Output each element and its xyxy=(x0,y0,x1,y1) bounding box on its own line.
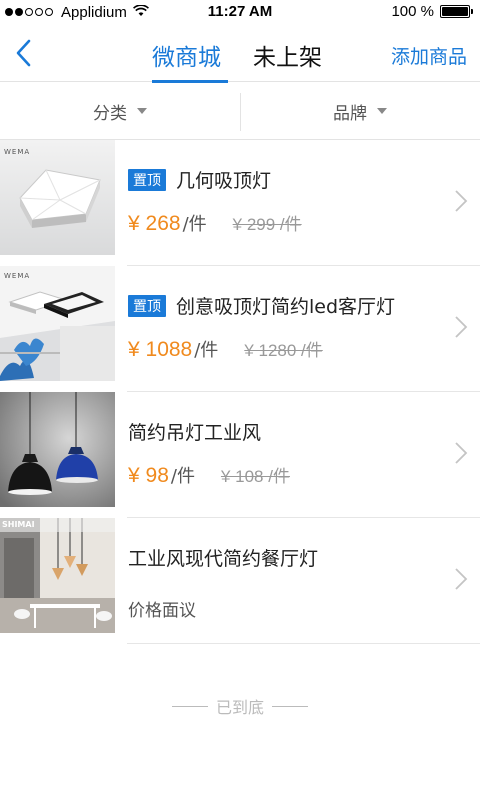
back-button[interactable] xyxy=(8,36,38,70)
divider xyxy=(272,705,308,707)
category-filter-label: 分类 xyxy=(93,103,127,124)
original-price: ¥ 299 /件 xyxy=(232,215,302,234)
product-price: ¥ 98 xyxy=(128,464,169,487)
product-title: 工业风现代简约餐厅灯 xyxy=(128,544,318,571)
price-unit: /件 xyxy=(182,214,207,235)
tab-micro-shop[interactable]: 微商城 xyxy=(152,38,221,72)
product-title-text: 简约吊灯工业风 xyxy=(128,422,262,444)
chevron-right-icon xyxy=(455,190,468,212)
product-price: ¥ 268 xyxy=(128,212,181,235)
original-price: ¥ 108 /件 xyxy=(220,467,290,486)
nav-bar: 微商城 未上架 添加商品 xyxy=(0,24,480,83)
signal-strength-icon xyxy=(5,8,55,16)
add-product-button[interactable]: 添加商品 xyxy=(391,42,467,69)
wifi-icon xyxy=(132,3,149,21)
battery-icon xyxy=(440,5,473,18)
status-left: Applidium xyxy=(5,3,149,21)
product-title-text: 创意吸顶灯简约led客厅灯 xyxy=(176,296,396,318)
product-item[interactable]: WEMA 置顶 几何吸顶灯 ¥ 268 /件 ¥ 299 /件 xyxy=(0,140,480,266)
caret-down-icon xyxy=(137,108,147,114)
pinned-badge: 置顶 xyxy=(128,295,166,317)
product-title: 置顶 创意吸顶灯简约led客厅灯 xyxy=(128,292,395,319)
price-unit: /件 xyxy=(170,466,195,487)
end-of-list-text: 已到底 xyxy=(215,698,264,717)
filter-divider xyxy=(240,93,241,131)
product-title: 简约吊灯工业风 xyxy=(128,418,261,445)
brand-mark: SHIMAI xyxy=(2,520,35,529)
filter-bar: 分类 品牌 xyxy=(0,83,480,140)
brand-mark: WEMA xyxy=(4,148,31,156)
pinned-badge: 置顶 xyxy=(128,169,166,191)
product-image xyxy=(0,392,115,507)
carrier-name: Applidium xyxy=(61,3,127,21)
end-of-list: 已到底 xyxy=(0,694,480,718)
tab-unlisted[interactable]: 未上架 xyxy=(253,38,322,72)
product-image: WEMA xyxy=(0,266,115,381)
category-filter[interactable]: 分类 xyxy=(0,83,240,139)
product-item[interactable]: 简约吊灯工业风 ¥ 98 /件 ¥ 108 /件 xyxy=(0,392,480,518)
price-unit: /件 xyxy=(194,340,219,361)
brand-mark: WEMA xyxy=(4,272,31,280)
brand-filter-label: 品牌 xyxy=(333,103,367,124)
product-item[interactable]: WEMA 置顶 创意吸顶灯简约led客厅灯 ¥ 1088 /件 ¥ 1280 /件 xyxy=(0,266,480,392)
price-row: ¥ 268 /件 ¥ 299 /件 xyxy=(128,210,302,236)
product-item[interactable]: SHIMAI 工业风现代简约餐厅灯 价格面议 xyxy=(0,518,480,644)
battery-percentage: 100 % xyxy=(391,3,434,20)
price-row: ¥ 98 /件 ¥ 108 /件 xyxy=(128,462,290,488)
product-title-text: 工业风现代简约餐厅灯 xyxy=(128,548,319,570)
product-list: WEMA 置顶 几何吸顶灯 ¥ 268 /件 ¥ 299 /件 WEMA 置顶 … xyxy=(0,140,480,644)
product-image: WEMA xyxy=(0,140,115,255)
product-image: SHIMAI xyxy=(0,518,115,633)
caret-down-icon xyxy=(377,108,387,114)
price-negotiable: 价格面议 xyxy=(128,601,196,621)
original-price: ¥ 1280 /件 xyxy=(244,341,323,360)
chevron-right-icon xyxy=(455,316,468,338)
status-bar: Applidium 11:27 AM 100 % xyxy=(0,0,480,24)
price-row: ¥ 1088 /件 ¥ 1280 /件 xyxy=(128,336,323,362)
divider xyxy=(171,705,208,707)
product-price: ¥ 1088 xyxy=(128,338,193,361)
chevron-right-icon xyxy=(455,568,468,590)
chevron-left-icon xyxy=(16,39,31,67)
brand-filter[interactable]: 品牌 xyxy=(240,83,480,139)
product-title-text: 几何吸顶灯 xyxy=(176,170,272,192)
product-title: 置顶 几何吸顶灯 xyxy=(128,166,271,193)
chevron-right-icon xyxy=(455,442,468,464)
status-right: 100 % xyxy=(391,3,473,20)
